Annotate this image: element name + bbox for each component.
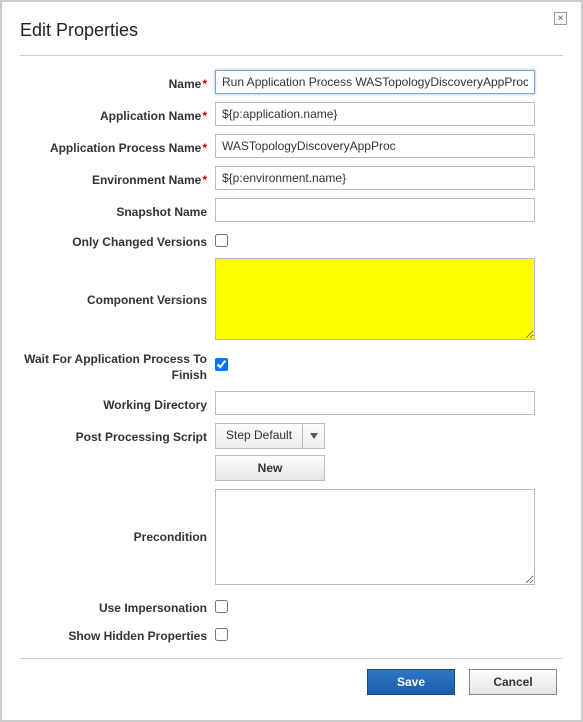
label-environment-name: Environment Name* xyxy=(20,168,215,188)
label-name: Name* xyxy=(20,72,215,92)
label-application-name: Application Name* xyxy=(20,104,215,124)
dialog-title: Edit Properties xyxy=(20,20,563,41)
close-icon[interactable]: × xyxy=(554,12,567,25)
application-process-name-input[interactable] xyxy=(215,134,535,158)
cancel-button[interactable]: Cancel xyxy=(469,669,557,695)
label-component-versions: Component Versions xyxy=(20,258,215,308)
post-processing-script-select[interactable]: Step Default xyxy=(215,423,325,449)
label-post-processing-script: Post Processing Script xyxy=(20,423,215,445)
only-changed-versions-checkbox[interactable] xyxy=(215,234,228,247)
label-precondition: Precondition xyxy=(20,489,215,545)
chevron-down-icon[interactable] xyxy=(302,424,324,448)
label-application-process-name: Application Process Name* xyxy=(20,136,215,156)
label-only-changed-versions: Only Changed Versions xyxy=(20,230,215,250)
save-button[interactable]: Save xyxy=(367,669,455,695)
label-working-directory: Working Directory xyxy=(20,393,215,413)
new-script-button[interactable]: New xyxy=(215,455,325,481)
label-wait-for-finish: Wait For Application Process To Finish xyxy=(20,351,215,383)
label-use-impersonation: Use Impersonation xyxy=(20,596,215,616)
name-input[interactable] xyxy=(215,70,535,94)
precondition-textarea[interactable] xyxy=(215,489,535,585)
label-show-hidden-properties: Show Hidden Properties xyxy=(20,624,215,644)
component-versions-textarea[interactable] xyxy=(215,258,535,340)
snapshot-name-input[interactable] xyxy=(215,198,535,222)
divider-bottom xyxy=(20,658,563,659)
show-hidden-properties-checkbox[interactable] xyxy=(215,628,228,641)
use-impersonation-checkbox[interactable] xyxy=(215,600,228,613)
dialog-footer: Save Cancel xyxy=(20,669,563,695)
application-name-input[interactable] xyxy=(215,102,535,126)
wait-for-finish-checkbox[interactable] xyxy=(215,358,228,371)
working-directory-input[interactable] xyxy=(215,391,535,415)
divider-top xyxy=(20,55,563,56)
edit-properties-dialog: × Edit Properties Name* Application Name… xyxy=(2,2,581,720)
label-snapshot-name: Snapshot Name xyxy=(20,200,215,220)
environment-name-input[interactable] xyxy=(215,166,535,190)
post-processing-script-selected: Step Default xyxy=(216,424,302,448)
